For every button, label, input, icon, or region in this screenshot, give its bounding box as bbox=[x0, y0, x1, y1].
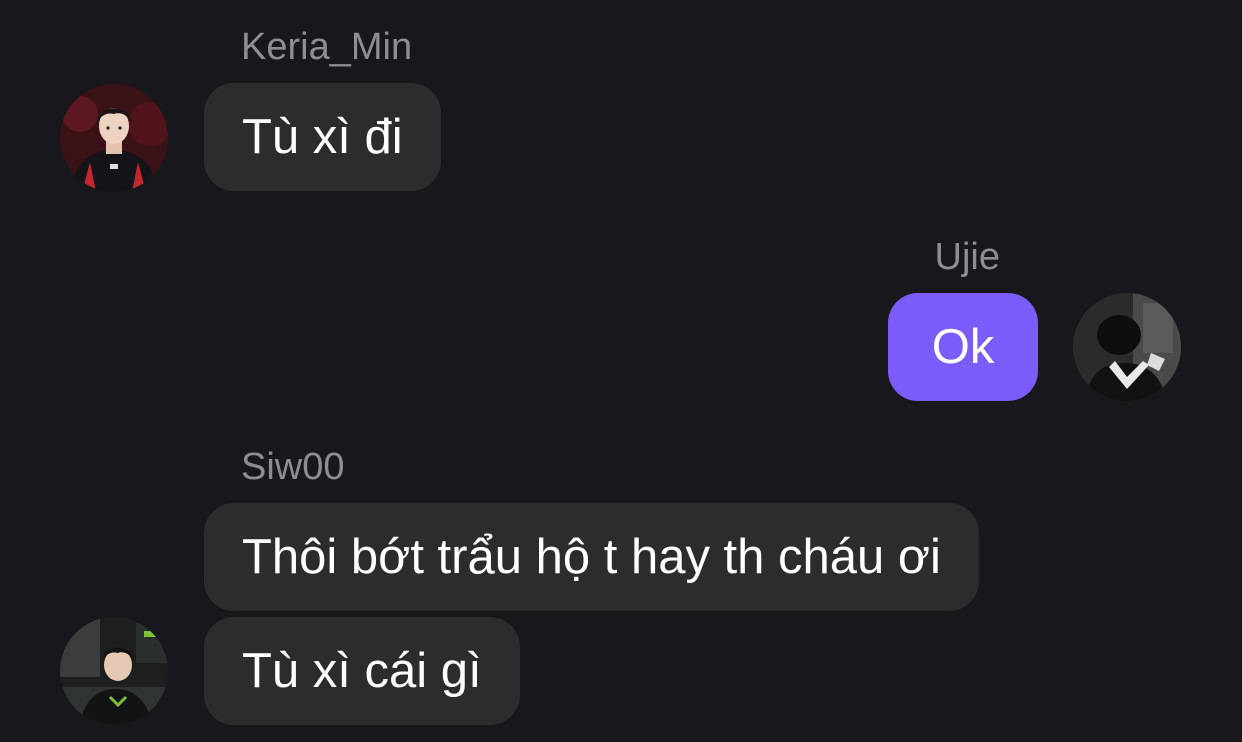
message-bubble-outgoing[interactable]: Ok bbox=[888, 293, 1038, 401]
sender-name-siw00: Siw00 bbox=[241, 446, 345, 488]
sender-name-keria: Keria_Min bbox=[241, 26, 413, 68]
sender-name-ujie: Ujie bbox=[934, 236, 1000, 278]
chat-thread: Keria_Min Tù xì đi Ujie Ok Siw00 Thôi bớ… bbox=[0, 0, 1242, 742]
message-bubble-incoming[interactable]: Tù xì đi bbox=[204, 83, 441, 191]
message-bubble-incoming[interactable]: Tù xì cái gì bbox=[204, 617, 520, 725]
message-bubble-incoming[interactable]: Thôi bớt trẩu hộ t hay th cháu ơi bbox=[204, 503, 979, 611]
user-avatar-siw00-icon[interactable] bbox=[60, 617, 168, 725]
user-avatar-ujie-icon[interactable] bbox=[1073, 293, 1181, 401]
user-avatar-keria-icon[interactable] bbox=[60, 84, 168, 192]
